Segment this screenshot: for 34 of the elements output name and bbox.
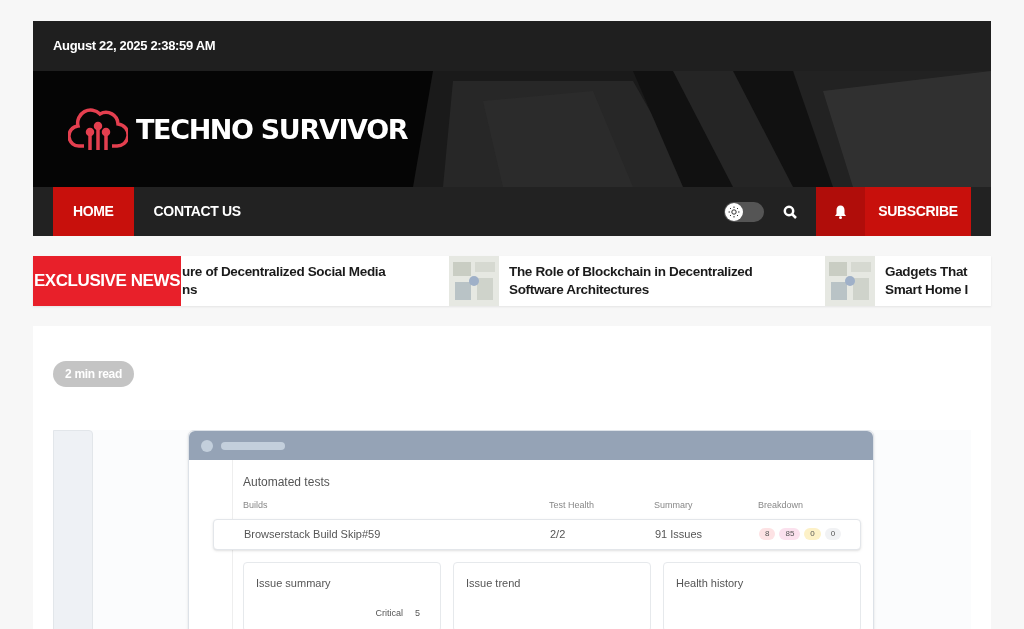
column-header: Breakdown bbox=[758, 499, 804, 512]
column-header: Test Health bbox=[549, 499, 596, 512]
count-badge: 0 bbox=[824, 528, 842, 540]
bell-icon bbox=[834, 204, 847, 219]
issue-summary: 91 Issues bbox=[655, 526, 704, 542]
count-badge: 85 bbox=[779, 528, 801, 540]
column-header: Summary bbox=[654, 499, 694, 512]
news-headline[interactable]: The Role of Blockchain in Decentralized Software Architectures bbox=[509, 263, 753, 299]
news-headline[interactable]: Gadgets That Smart Home I bbox=[885, 263, 968, 299]
legend-value: 5 bbox=[415, 607, 420, 620]
search-icon bbox=[783, 204, 797, 219]
count-badge: 0 bbox=[804, 528, 821, 540]
read-time-badge: 2 min read bbox=[53, 361, 135, 387]
panel-title: Issue summary bbox=[256, 575, 332, 591]
logo-icon bbox=[68, 106, 128, 152]
dark-mode-toggle[interactable] bbox=[724, 201, 764, 222]
subscribe-button[interactable]: SUBSCRIBE bbox=[865, 187, 971, 236]
legend-label: Critical bbox=[375, 607, 403, 620]
section-heading: Automated tests bbox=[243, 474, 331, 491]
site-name: TECHNO SURVIVOR bbox=[136, 115, 408, 143]
column-header: Builds bbox=[243, 499, 269, 512]
count-badge: 8 bbox=[759, 528, 776, 540]
date-time: August 22, 2025 2:38:59 AM bbox=[53, 37, 216, 56]
nav-link[interactable]: CONTACT US bbox=[133, 187, 261, 236]
panel-title: Issue trend bbox=[466, 575, 522, 591]
exclusive-news-label: EXCLUSIVE NEWS bbox=[33, 256, 181, 306]
build-name: Browserstack Build Skip#59 bbox=[244, 526, 382, 542]
test-health: 2/2 bbox=[550, 526, 567, 542]
panel-title: Health history bbox=[676, 575, 745, 591]
nav-link[interactable]: HOME bbox=[53, 187, 134, 236]
title-placeholder-bar bbox=[221, 441, 285, 450]
news-headline[interactable]: ure of Decentralized Social Media ns bbox=[182, 263, 386, 299]
notifications-button[interactable] bbox=[816, 187, 865, 236]
sun-icon bbox=[728, 205, 740, 218]
